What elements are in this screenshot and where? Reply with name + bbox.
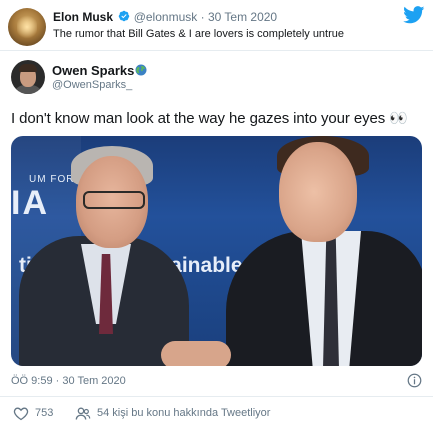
globe-icon: [135, 64, 147, 76]
quoted-tweet-date[interactable]: 30 Tem 2020: [208, 10, 277, 24]
quoted-tweet-text: The rumor that Bill Gates & I are lovers…: [53, 28, 345, 40]
tweet-actions: 753 54 kişi bu konu hakkında Tweetliyor: [0, 398, 433, 429]
quoted-tweet-header: Elon Musk @elonmusk · 30 Tem 2020: [53, 10, 277, 24]
author-name[interactable]: Owen Sparks: [52, 63, 147, 78]
handshake: [161, 341, 231, 366]
quoted-tweet[interactable]: Elon Musk @elonmusk · 30 Tem 2020 The ru…: [0, 0, 433, 50]
banner-text-ia: IA: [11, 184, 49, 222]
quoted-author-name[interactable]: Elon Musk: [53, 10, 113, 24]
like-count[interactable]: 753: [35, 407, 53, 419]
verified-badge-icon: [119, 10, 130, 22]
heart-icon[interactable]: [13, 406, 29, 421]
author-avatar[interactable]: [11, 60, 45, 94]
tweet-photo[interactable]: UM FOR IA ti n Sustainable I 发展: [11, 136, 422, 366]
separator-dot: ·: [200, 10, 205, 24]
people-talking-text[interactable]: 54 kişi bu konu hakkında Tweetliyor: [97, 407, 270, 419]
people-icon: [75, 407, 91, 420]
quoted-author-handle[interactable]: @elonmusk: [134, 10, 198, 24]
tweet-text: I don't know man look at the way he gaze…: [11, 110, 408, 127]
person-right-head: [279, 142, 357, 242]
author-handle[interactable]: @OwenSparks_: [52, 79, 132, 91]
divider: [0, 396, 433, 397]
tweet-timestamp[interactable]: ÖÖ 9:59 · 30 Tem 2020: [11, 375, 126, 387]
person-left-glasses: [83, 191, 145, 209]
info-icon[interactable]: [407, 373, 422, 388]
twitter-bird-icon[interactable]: [403, 6, 425, 24]
divider: [0, 50, 433, 51]
quoted-author-avatar[interactable]: [8, 8, 46, 46]
author-name-text: Owen Sparks: [52, 63, 135, 78]
